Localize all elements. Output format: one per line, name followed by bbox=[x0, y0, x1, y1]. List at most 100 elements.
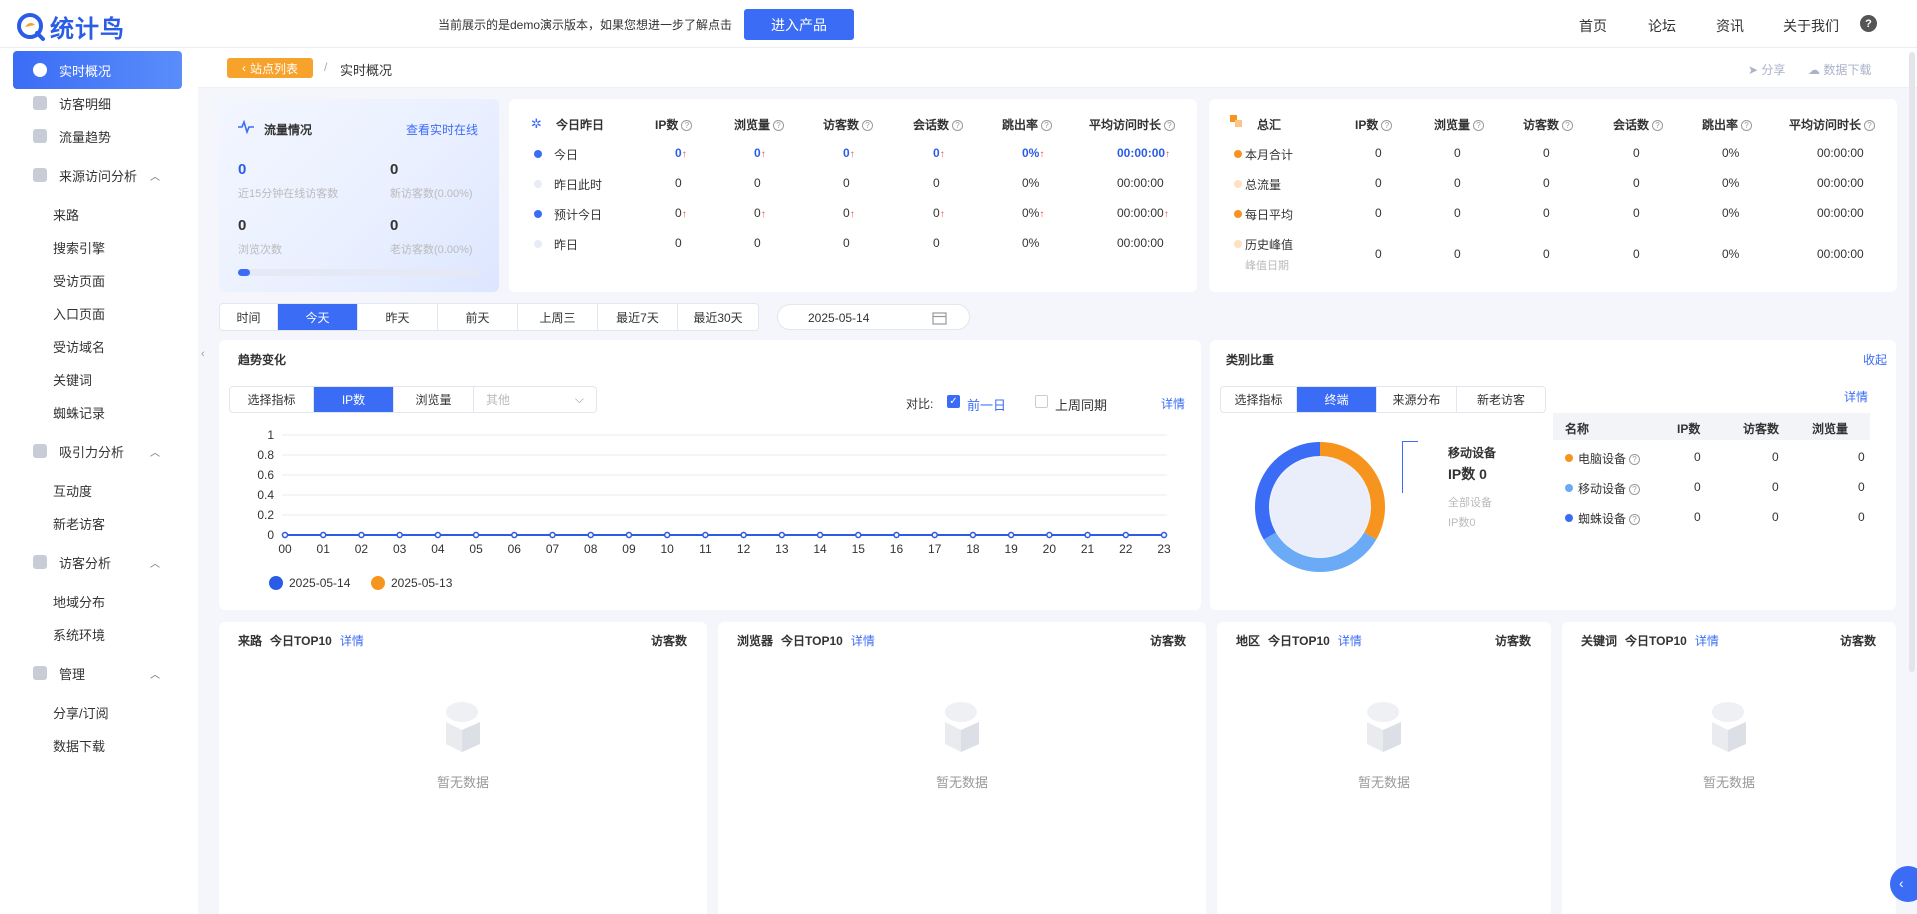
collapse-sidebar-handle[interactable]: ‹ bbox=[201, 348, 211, 380]
question-icon[interactable]: ? bbox=[1652, 120, 1664, 131]
question-icon[interactable]: ? bbox=[862, 120, 874, 131]
row-dot bbox=[534, 180, 542, 188]
series-point-0[interactable] bbox=[855, 531, 862, 539]
nav-news[interactable]: 资讯 bbox=[1716, 16, 1744, 36]
question-icon[interactable]: ? bbox=[1562, 120, 1574, 131]
legend-swatch-1[interactable] bbox=[371, 576, 385, 590]
metric-ip-tab[interactable]: IP数 bbox=[314, 387, 394, 412]
pulse-icon bbox=[238, 120, 254, 134]
ratio-tab-source[interactable]: 来源分布 bbox=[1377, 387, 1457, 412]
card-detail-link[interactable]: 详情 bbox=[340, 634, 364, 648]
trend-detail-link[interactable]: 详情 bbox=[1161, 395, 1185, 412]
logo[interactable]: 统计鸟 bbox=[16, 9, 125, 44]
compare-last-week-checkbox[interactable] bbox=[1035, 395, 1048, 408]
download-button[interactable]: ☁ 数据下载 bbox=[1808, 61, 1871, 78]
series-point-0[interactable] bbox=[358, 531, 365, 539]
device-dot bbox=[1565, 514, 1573, 522]
series-point-0[interactable] bbox=[893, 531, 900, 539]
nav-about[interactable]: 关于我们 bbox=[1783, 16, 1839, 36]
summary-cell-value: 0 bbox=[1633, 146, 1640, 160]
date-picker[interactable]: 2025-05-14 bbox=[777, 304, 970, 330]
series-point-0[interactable] bbox=[663, 531, 671, 539]
metric-other-select[interactable]: 其他 ⌵ bbox=[474, 387, 596, 412]
question-icon[interactable]: ? bbox=[1629, 484, 1641, 495]
card-detail-link[interactable]: 详情 bbox=[1338, 634, 1362, 648]
nav-forum[interactable]: 论坛 bbox=[1648, 16, 1676, 36]
nav-home[interactable]: 首页 bbox=[1579, 16, 1607, 36]
time-tab-3[interactable]: 上周三 bbox=[518, 304, 598, 330]
summary-row-label: 每日平均 bbox=[1245, 208, 1294, 222]
question-icon[interactable]: ? bbox=[1629, 454, 1641, 465]
legend-label-0[interactable]: 2025-05-14 bbox=[289, 576, 351, 590]
series-point-0[interactable] bbox=[281, 531, 289, 539]
time-tab-0[interactable]: 今天 bbox=[278, 304, 358, 330]
series-point-0[interactable] bbox=[319, 531, 327, 539]
series-point-0[interactable] bbox=[511, 531, 518, 539]
question-icon[interactable]: ? bbox=[1629, 514, 1641, 525]
sidebar-item-19[interactable]: 数据下载 bbox=[13, 726, 182, 764]
series-point-0[interactable] bbox=[1046, 531, 1053, 539]
question-icon[interactable]: ? bbox=[773, 120, 785, 131]
series-point-0[interactable] bbox=[625, 531, 633, 539]
series-point-0[interactable] bbox=[816, 531, 824, 539]
sidebar-item-16[interactable]: 系统环境 bbox=[13, 615, 182, 653]
collapse-link[interactable]: 收起 bbox=[1863, 351, 1887, 368]
series-point-0[interactable] bbox=[587, 531, 594, 539]
share-button[interactable]: ➤ 分享 bbox=[1748, 61, 1785, 78]
series-point-0[interactable] bbox=[969, 531, 977, 539]
metric-pageviews-tab[interactable]: 浏览量 bbox=[394, 387, 474, 412]
site-list-button[interactable]: ‹ 站点列表 bbox=[227, 58, 313, 78]
ratio-tab-new-old[interactable]: 新老访客 bbox=[1457, 387, 1545, 412]
summary-cell: 0% bbox=[1722, 176, 1739, 190]
sidebar-item-3[interactable]: 来源访问分析 ︿ bbox=[13, 156, 182, 194]
time-tab-4[interactable]: 最近7天 bbox=[598, 304, 678, 330]
share-label: 分享 bbox=[1761, 63, 1786, 77]
series-point-0[interactable] bbox=[434, 531, 442, 539]
question-icon[interactable]: ? bbox=[1164, 120, 1176, 131]
series-point-0[interactable] bbox=[472, 531, 480, 539]
series-point-0[interactable] bbox=[1084, 531, 1091, 539]
series-point-0[interactable] bbox=[740, 531, 747, 539]
ratio-tab-terminal[interactable]: 终端 bbox=[1297, 387, 1377, 412]
summary-cell: 0 bbox=[1633, 146, 1640, 160]
today-cell: 0 bbox=[843, 236, 850, 250]
time-tab-bar: 时间 今天 昨天 前天 上周三 最近7天 最近30天 bbox=[219, 303, 759, 331]
sidebar-item-11[interactable]: 吸引力分析 ︿ bbox=[13, 432, 182, 470]
sidebar-item-17[interactable]: 管理 ︿ bbox=[13, 654, 182, 692]
series-point-0[interactable] bbox=[1160, 531, 1168, 539]
summary-col-header: 浏览量? bbox=[1434, 116, 1485, 133]
question-icon[interactable]: ? bbox=[681, 120, 693, 131]
time-tab-1[interactable]: 昨天 bbox=[358, 304, 438, 330]
page-scrollbar[interactable] bbox=[1909, 52, 1915, 672]
sidebar-item-14[interactable]: 访客分析 ︿ bbox=[13, 543, 182, 581]
realtime-online-link[interactable]: 查看实时在线 bbox=[406, 121, 478, 138]
row-dot bbox=[1234, 150, 1242, 158]
question-icon[interactable]: ? bbox=[1041, 120, 1053, 131]
question-icon[interactable]: ? bbox=[1741, 120, 1753, 131]
enter-product-button[interactable]: 进入产品 bbox=[744, 9, 854, 40]
legend-label-1[interactable]: 2025-05-13 bbox=[391, 576, 453, 590]
series-point-0[interactable] bbox=[931, 531, 938, 539]
sidebar-item-10[interactable]: 蜘蛛记录 bbox=[13, 393, 182, 431]
grid-icon bbox=[33, 168, 47, 182]
card-detail-link[interactable]: 详情 bbox=[1695, 634, 1719, 648]
question-icon[interactable]: ? bbox=[952, 120, 964, 131]
time-tab-2[interactable]: 前天 bbox=[438, 304, 518, 330]
series-point-0[interactable] bbox=[1007, 531, 1015, 539]
ratio-detail-link[interactable]: 详情 bbox=[1844, 388, 1868, 405]
question-icon[interactable]: ? bbox=[1381, 120, 1393, 131]
series-point-0[interactable] bbox=[1122, 531, 1130, 539]
question-icon[interactable]: ? bbox=[1473, 120, 1485, 131]
card-detail-link[interactable]: 详情 bbox=[851, 634, 875, 648]
help-icon[interactable]: ? bbox=[1860, 15, 1877, 32]
sidebar-item-2[interactable]: 流量趋势 bbox=[13, 117, 182, 155]
question-icon[interactable]: ? bbox=[1864, 120, 1876, 131]
compare-prev-day-checkbox[interactable]: ✓ bbox=[947, 395, 960, 408]
legend-swatch-0[interactable] bbox=[269, 576, 283, 590]
sidebar-item-13[interactable]: 新老访客 bbox=[13, 504, 182, 542]
series-point-0[interactable] bbox=[702, 531, 709, 539]
time-tab-5[interactable]: 最近30天 bbox=[678, 304, 758, 330]
series-point-0[interactable] bbox=[549, 531, 556, 539]
series-point-0[interactable] bbox=[396, 531, 403, 539]
series-point-0[interactable] bbox=[778, 531, 786, 539]
